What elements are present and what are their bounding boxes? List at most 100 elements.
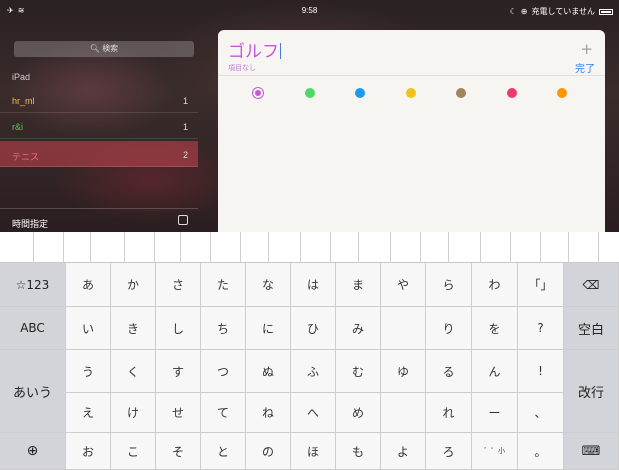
key-label: よ — [396, 444, 409, 459]
key-label: ら — [442, 278, 455, 292]
list-count: 2 — [182, 150, 188, 160]
abc-key[interactable]: ABC — [0, 307, 66, 350]
kana-key[interactable]: や — [381, 263, 426, 307]
kana-key[interactable]: 。 — [518, 433, 564, 470]
kana-key[interactable]: せ — [156, 393, 201, 433]
space-key[interactable]: 空白 — [564, 307, 619, 350]
kana-key[interactable]: と — [201, 433, 246, 470]
kana-key[interactable]: こ — [111, 433, 156, 470]
key-label: け — [126, 406, 139, 420]
key-label: ろ — [442, 444, 455, 459]
list-item-ri[interactable]: r&i 1 — [0, 113, 198, 139]
kana-key[interactable]: ー — [472, 393, 518, 433]
kana-key[interactable]: わ — [472, 263, 518, 307]
kana-key[interactable]: に — [246, 307, 291, 350]
kana-key[interactable]: も — [336, 433, 381, 470]
kana-key[interactable]: う — [66, 350, 111, 393]
kana-key[interactable]: ひ — [291, 307, 336, 350]
key-label: 「」 — [528, 278, 553, 292]
kana-key[interactable]: し — [156, 307, 201, 350]
done-button[interactable]: 完了 — [575, 60, 595, 75]
add-button[interactable]: + — [580, 40, 593, 58]
kana-key[interactable]: そ — [156, 433, 201, 470]
text-cursor — [280, 43, 281, 59]
key-label: か — [126, 278, 139, 292]
kana-key[interactable]: む — [336, 350, 381, 393]
kana-key[interactable]: お — [66, 433, 111, 470]
kana-key[interactable]: ぬ — [246, 350, 291, 393]
kana-key[interactable]: れ — [426, 393, 472, 433]
search-field[interactable]: 🔍︎ 検索 — [14, 41, 194, 57]
kana-key[interactable]: つ — [201, 350, 246, 393]
delete-key[interactable]: ⌫ — [564, 263, 619, 307]
key-label: す — [171, 364, 184, 379]
return-key[interactable]: 改行 — [564, 350, 619, 433]
kana-key[interactable]: か — [111, 263, 156, 307]
list-item-tennis[interactable]: テニス 2 — [0, 141, 198, 167]
kana-key[interactable] — [381, 307, 426, 350]
key-label: と — [216, 444, 229, 459]
kana-key[interactable]: い — [66, 307, 111, 350]
kana-key[interactable]: の — [246, 433, 291, 470]
kana-key[interactable]: ゛゜小 — [472, 433, 518, 470]
kana-key[interactable]: き — [111, 307, 156, 350]
kana-key[interactable]: へ — [291, 393, 336, 433]
kana-key[interactable]: る — [426, 350, 472, 393]
kana-key[interactable]: 、 — [518, 393, 564, 433]
kana-key[interactable]: ね — [246, 393, 291, 433]
kana-key[interactable]: ら — [426, 263, 472, 307]
kana-key[interactable]: ほ — [291, 433, 336, 470]
kana-key[interactable]: み — [336, 307, 381, 350]
status-bar: ✈ ≋ 9:58 ☾ ⊕ 充電していません — [0, 0, 619, 22]
kana-key[interactable]: あ — [66, 263, 111, 307]
key-label: ん — [488, 364, 501, 379]
kana-key[interactable]: け — [111, 393, 156, 433]
color-swatch-1[interactable] — [305, 88, 315, 98]
kana-key[interactable]: ま — [336, 263, 381, 307]
globe-key[interactable]: ⊕ — [0, 433, 66, 470]
scheduled-row[interactable]: 時間指定 — [0, 208, 198, 232]
key-label: ? — [537, 321, 544, 335]
kana-key[interactable]: は — [291, 263, 336, 307]
kana-key[interactable]: さ — [156, 263, 201, 307]
numbers-key[interactable]: ☆123 — [0, 263, 66, 307]
list-item-hr-ml[interactable]: hr_ml 1 — [0, 87, 198, 113]
kana-key[interactable]: ふ — [291, 350, 336, 393]
kana-key[interactable]: 「」 — [518, 263, 564, 307]
kana-key[interactable]: え — [66, 393, 111, 433]
kana-key[interactable]: ろ — [426, 433, 472, 470]
candidate-slot[interactable] — [0, 232, 599, 263]
kana-key[interactable]: な — [246, 263, 291, 307]
kana-key[interactable] — [381, 393, 426, 433]
search-icon: 🔍︎ — [89, 44, 100, 53]
kana-key[interactable]: す — [156, 350, 201, 393]
kana-key[interactable]: て — [201, 393, 246, 433]
kana-key[interactable]: ち — [201, 307, 246, 350]
kana-key[interactable]: ん — [472, 350, 518, 393]
hide-keyboard-key[interactable]: ⌨ — [564, 433, 619, 470]
charging-text: 充電していません — [531, 7, 595, 16]
color-swatch-3[interactable] — [406, 88, 416, 98]
scheduled-label: 時間指定 — [12, 219, 49, 229]
kana-key[interactable]: を — [472, 307, 518, 350]
kana-key[interactable]: ? — [518, 307, 564, 350]
color-swatch-0[interactable] — [253, 88, 263, 98]
kana-key[interactable]: た — [201, 263, 246, 307]
list-title-input[interactable]: ゴルフ — [228, 37, 281, 62]
kana-key[interactable]: ! — [518, 350, 564, 393]
color-swatch-6[interactable] — [557, 88, 567, 98]
kana-key[interactable]: ゆ — [381, 350, 426, 393]
kana-mode-key[interactable]: あいう — [0, 350, 66, 433]
kana-key[interactable]: く — [111, 350, 156, 393]
kana-key[interactable]: め — [336, 393, 381, 433]
key-label: 改行 — [577, 385, 604, 401]
color-swatch-5[interactable] — [507, 88, 517, 98]
color-swatch-4[interactable] — [456, 88, 466, 98]
color-swatch-2[interactable] — [355, 88, 365, 98]
kana-key[interactable]: よ — [381, 433, 426, 470]
key-label: い — [81, 321, 94, 336]
key-label: え — [81, 406, 94, 420]
key-label: さ — [171, 278, 184, 292]
key-label: ち — [216, 321, 229, 336]
kana-key[interactable]: り — [426, 307, 472, 350]
